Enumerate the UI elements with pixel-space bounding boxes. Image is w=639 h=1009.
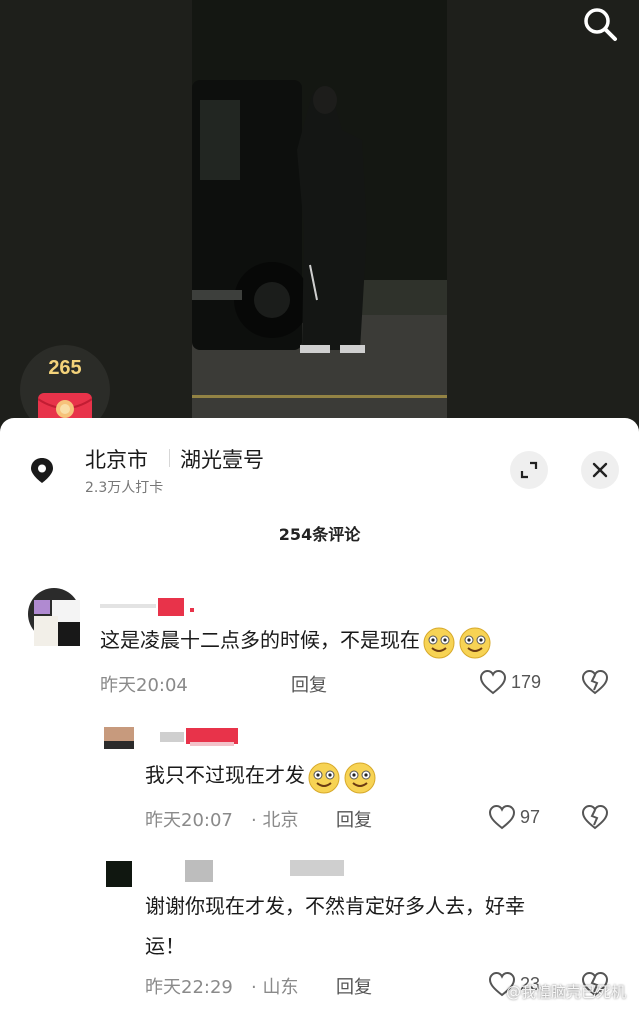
like-button[interactable]: [479, 669, 507, 695]
close-icon: [592, 462, 608, 478]
like-count: 179: [511, 672, 542, 692]
comment-time: 昨天20:04: [100, 675, 188, 696]
comment-text-line: 运！: [145, 934, 185, 958]
smile-emoji-icon: [459, 627, 491, 658]
expand-icon: [520, 461, 538, 479]
reply-button[interactable]: 回复: [336, 973, 372, 999]
dislike-button[interactable]: [581, 669, 609, 695]
location-divider: [169, 449, 170, 467]
video-frame[interactable]: [192, 0, 447, 420]
search-button[interactable]: [580, 4, 620, 44]
comment-text-content: 这是凌晨十二点多的时候，不是现在: [100, 628, 420, 652]
search-icon: [584, 8, 617, 41]
comments-sheet: 北京市 湖光壹号 2.3万人打卡 254条评论 这是凌晨十二点多的时候，不是现在…: [0, 418, 639, 1009]
reply-button[interactable]: 回复: [291, 671, 327, 697]
comment-time: 昨天20:07: [145, 810, 233, 831]
watermark: @我惶脑壳已死机: [506, 983, 627, 1001]
comment-location: · 山东: [251, 977, 299, 998]
avatar[interactable]: [26, 586, 82, 648]
like-count: 97: [520, 807, 541, 827]
smile-emoji-icon: [308, 762, 340, 793]
avatar[interactable]: [106, 861, 132, 887]
dislike-button[interactable]: [581, 804, 609, 830]
video-area[interactable]: 265: [0, 0, 639, 430]
expand-button[interactable]: [510, 451, 548, 489]
video-scene-image: [192, 0, 447, 420]
location-city[interactable]: 北京市: [85, 444, 148, 474]
comment-text-content: 我只不过现在才发: [145, 763, 305, 787]
comment-time: 昨天22:29: [145, 977, 233, 998]
location-place[interactable]: 湖光壹号: [180, 444, 264, 474]
smile-emoji-icon: [423, 627, 455, 658]
comment-text: 这是凌晨十二点多的时候，不是现在: [100, 620, 492, 660]
username-blurred[interactable]: [160, 728, 250, 746]
heart-icon: [488, 804, 516, 830]
broken-heart-icon: [581, 669, 609, 695]
close-button[interactable]: [581, 451, 619, 489]
smile-emoji-icon: [344, 762, 376, 793]
location-checkins: 2.3万人打卡: [85, 480, 164, 496]
broken-heart-icon: [581, 804, 609, 830]
username-blurred[interactable]: [100, 598, 200, 616]
comment-location: · 北京: [251, 810, 299, 831]
location-pin-icon: [28, 456, 56, 484]
like-button[interactable]: [488, 804, 516, 830]
comment-text: 谢谢你现在才发，不然肯定好多人去，好幸 运！: [145, 886, 525, 966]
reply-button[interactable]: 回复: [336, 806, 372, 832]
avatar[interactable]: [104, 727, 134, 749]
comment-text-line: 谢谢你现在才发，不然肯定好多人去，好幸: [145, 894, 525, 918]
username-blurred[interactable]: [185, 858, 345, 882]
comment-count: 254条评论: [278, 525, 361, 544]
heart-icon: [479, 669, 507, 695]
badge-count: 265: [48, 357, 82, 379]
comment-text: 我只不过现在才发: [145, 755, 377, 795]
